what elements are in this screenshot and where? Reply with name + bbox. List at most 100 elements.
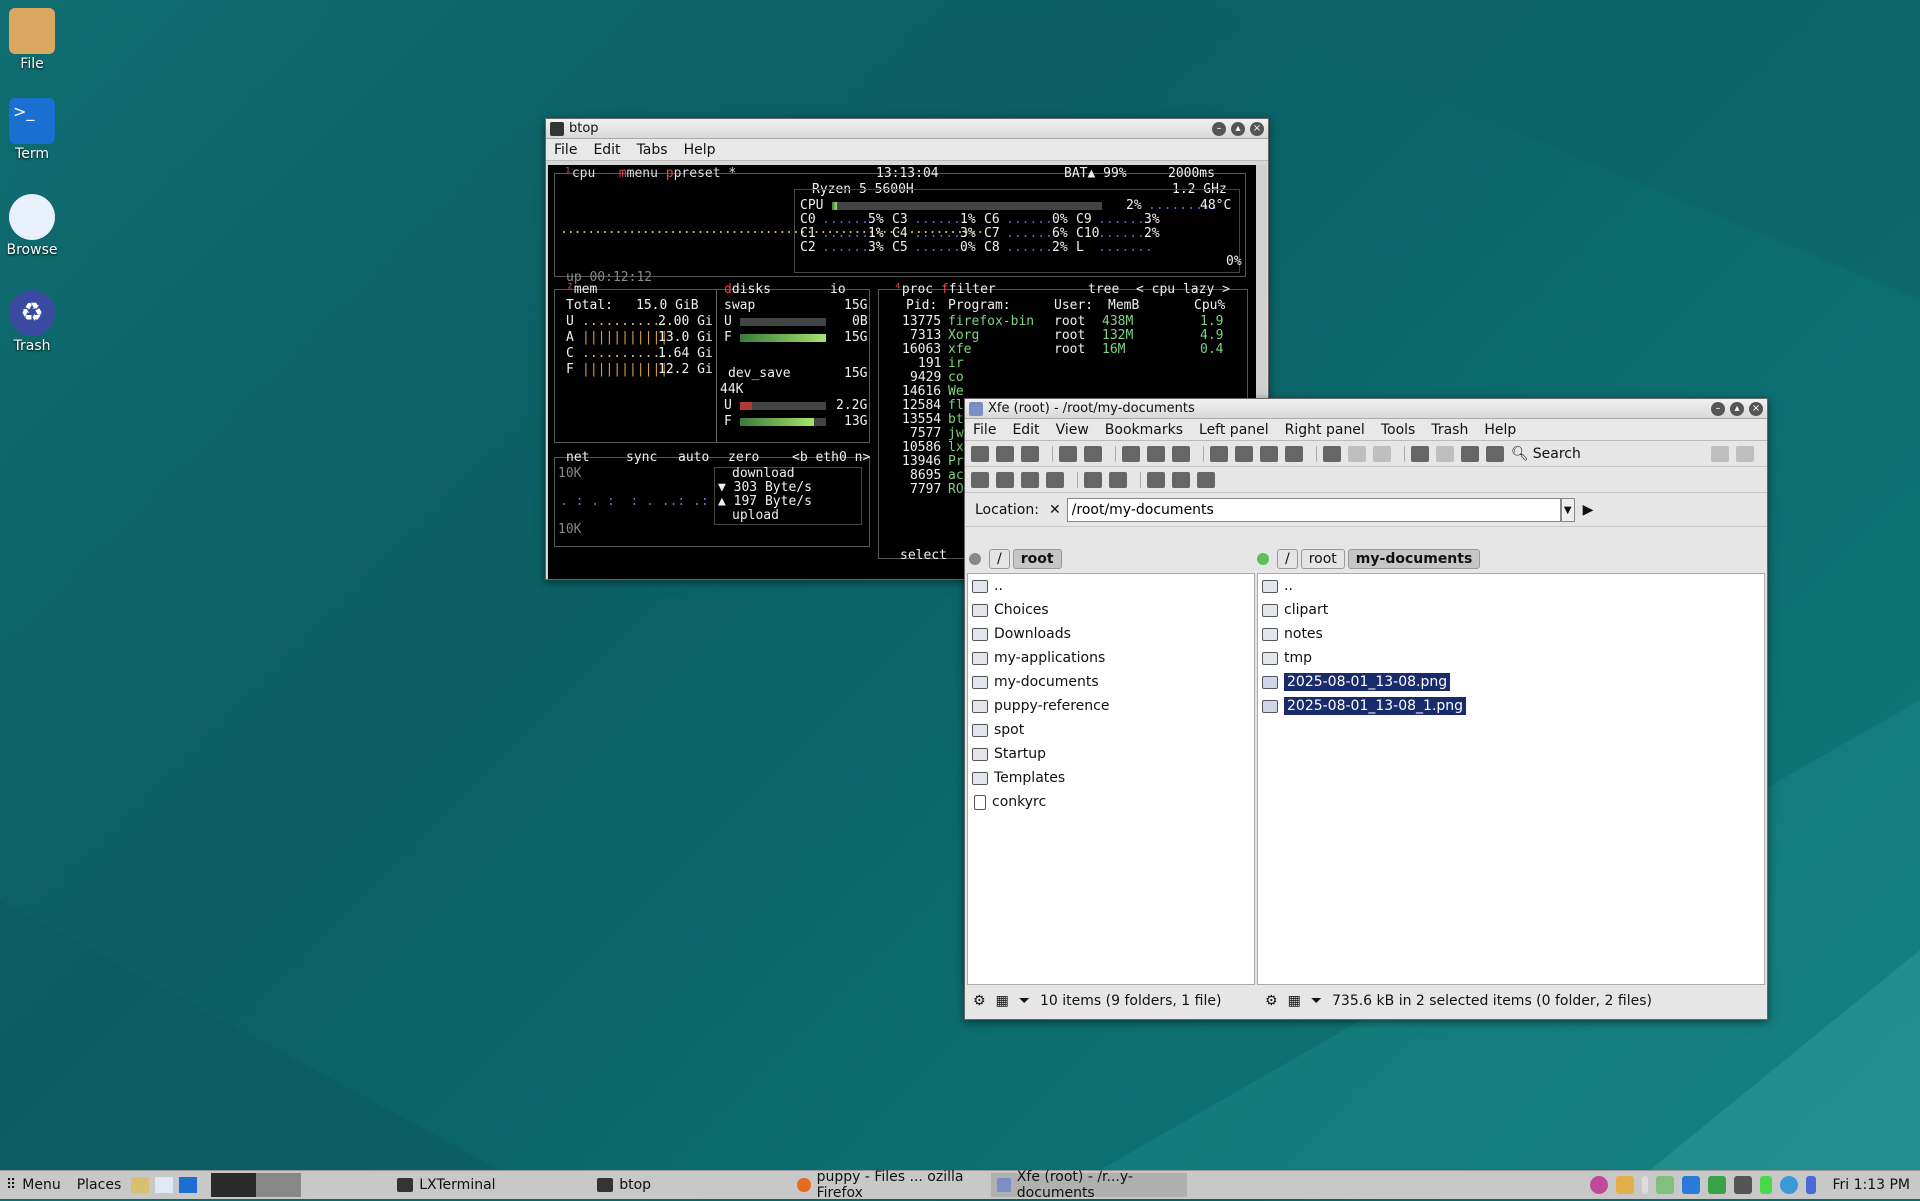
desktop-icon-browse[interactable]: Browse — [4, 194, 60, 258]
minimize-icon[interactable]: – — [1212, 121, 1226, 136]
desktop-icon-trash[interactable]: ♻ Trash — [4, 290, 60, 354]
new-window-icon[interactable] — [1411, 445, 1429, 462]
left-file-list[interactable]: .. Choices Downloads my-applications my-docu… — [967, 573, 1255, 985]
new-file-icon[interactable] — [1122, 445, 1140, 462]
terminal-launcher-icon[interactable] — [179, 1177, 198, 1193]
maximize-icon[interactable]: ▴ — [1730, 401, 1744, 416]
view-tree-icon[interactable] — [971, 471, 989, 488]
right-file-list[interactable]: .. clipart notes tmp 2025-08-01_13-08.png 202… — [1257, 573, 1765, 985]
proc-program[interactable]: Pr — [948, 455, 964, 469]
file-list-item[interactable]: my-documents — [968, 670, 1254, 694]
xfe-menu-help[interactable]: Help — [1476, 422, 1524, 438]
left-crumb-root-dir[interactable]: root — [1012, 549, 1062, 569]
battery-icon[interactable] — [1760, 1176, 1773, 1194]
right-crumb-root-dir[interactable]: root — [1300, 549, 1345, 569]
tree-tab[interactable]: tree — [1088, 283, 1119, 297]
close-icon[interactable]: × — [1749, 401, 1763, 416]
xfe-menu-bookmarks[interactable]: Bookmarks — [1097, 422, 1191, 438]
proc-pid[interactable]: 13946 — [902, 455, 941, 469]
task-btop[interactable]: btop — [591, 1173, 787, 1197]
cut-icon[interactable] — [1235, 445, 1253, 462]
menu-file[interactable]: File — [546, 142, 585, 158]
proc-program[interactable]: ir — [948, 357, 964, 371]
forward-icon[interactable] — [996, 445, 1014, 462]
location-input[interactable] — [1066, 497, 1561, 522]
proc-program[interactable]: Xorg — [948, 329, 979, 343]
btop-titlebar[interactable]: btop – ▴ × — [546, 119, 1268, 139]
file-list-item[interactable]: 2025-08-01_13-08.png — [1258, 670, 1764, 694]
proc-pid[interactable]: 191 — [918, 357, 941, 371]
file-list-item[interactable]: Choices — [968, 598, 1254, 622]
menu-edit[interactable]: Edit — [585, 142, 628, 158]
xfe-titlebar[interactable]: Xfe (root) - /root/my-documents – ▴ × — [965, 399, 1767, 419]
up-directory-icon[interactable] — [1021, 445, 1039, 462]
go-location-icon[interactable]: ▶ — [1583, 502, 1594, 518]
new-folder-icon[interactable] — [1147, 445, 1165, 462]
small-icons-icon[interactable] — [1172, 471, 1190, 488]
sync-panels-icon[interactable] — [1711, 445, 1729, 462]
proc-program[interactable]: firefox-bin — [948, 315, 1034, 329]
minimize-icon[interactable]: – — [1711, 401, 1725, 416]
proc-pid[interactable]: 8695 — [910, 469, 941, 483]
maximize-icon[interactable]: ▴ — [1231, 121, 1245, 136]
desktop-icon-term[interactable]: >_ Term — [4, 98, 60, 162]
properties-icon[interactable] — [1285, 445, 1303, 462]
tray-app-icon[interactable] — [1590, 1176, 1609, 1194]
proc-pid[interactable]: 7797 — [910, 483, 941, 497]
filter-tab[interactable]: filter — [949, 282, 996, 297]
file-list-item[interactable]: notes — [1258, 622, 1764, 646]
xfe-menu-trash[interactable]: Trash — [1423, 422, 1476, 438]
file-list-item[interactable]: puppy-reference — [968, 694, 1254, 718]
new-root-window-icon[interactable] — [1436, 445, 1454, 462]
file-list-item[interactable]: conkyrc — [968, 790, 1254, 814]
file-list-item[interactable]: Startup — [968, 742, 1254, 766]
preset-tab[interactable]: preset * — [674, 166, 737, 181]
file-manager-launcher-icon[interactable] — [131, 1177, 150, 1193]
menu-tab[interactable]: menu — [627, 166, 658, 181]
file-list-item[interactable]: .. — [1258, 574, 1764, 598]
delete-icon[interactable] — [1373, 445, 1391, 462]
switch-panels-icon[interactable] — [1736, 445, 1754, 462]
workspace-1[interactable] — [211, 1173, 257, 1197]
left-filter-icon[interactable]: ⏷ — [1019, 993, 1030, 1009]
power-icon[interactable] — [1806, 1176, 1817, 1194]
location-dropdown-icon[interactable]: ▼ — [1560, 497, 1575, 522]
horizontal-panels-icon[interactable] — [1109, 471, 1127, 488]
file-list-item[interactable]: my-applications — [968, 646, 1254, 670]
left-thumbnails-icon[interactable]: ▦ — [996, 993, 1009, 1009]
menu-tabs[interactable]: Tabs — [629, 142, 676, 158]
desktop-icon-file[interactable]: File — [4, 8, 60, 72]
workspace-2[interactable] — [256, 1173, 302, 1197]
file-list-item[interactable]: Downloads — [968, 622, 1254, 646]
disks-io[interactable]: io — [830, 283, 846, 297]
xfe-menu-file[interactable]: File — [965, 422, 1004, 438]
refresh-icon[interactable] — [1084, 445, 1102, 462]
start-menu-button[interactable]: ⠿ Menu — [0, 1173, 67, 1197]
right-crumb-my-documents[interactable]: my-documents — [1347, 549, 1481, 569]
file-list-item[interactable]: 2025-08-01_13-08_1.png — [1258, 694, 1764, 718]
task-firefox[interactable]: puppy - Files ... ozilla Firefox — [791, 1169, 987, 1201]
left-hidden-files-icon[interactable]: ⚙ — [973, 993, 986, 1009]
left-crumb-root[interactable]: / — [989, 549, 1010, 569]
xfe-menu-left-panel[interactable]: Left panel — [1191, 422, 1277, 438]
view-tree-panel-icon[interactable] — [1021, 471, 1039, 488]
close-icon[interactable]: × — [1250, 121, 1264, 136]
detailed-list-icon[interactable] — [1197, 471, 1215, 488]
volume-icon[interactable] — [1734, 1176, 1753, 1194]
task-lxterminal[interactable]: LXTerminal — [391, 1173, 587, 1197]
paste-icon[interactable] — [1260, 445, 1278, 462]
file-list-item[interactable]: spot — [968, 718, 1254, 742]
right-filter-icon[interactable]: ⏷ — [1311, 993, 1322, 1009]
restore-icon[interactable] — [1348, 445, 1366, 462]
home-icon[interactable] — [1059, 445, 1077, 462]
proc-program[interactable]: We — [948, 385, 964, 399]
right-thumbnails-icon[interactable]: ▦ — [1288, 993, 1301, 1009]
proc-pid[interactable]: 7313 — [910, 329, 941, 343]
net-tab[interactable]: auto — [678, 451, 709, 465]
update-interval[interactable]: 2000ms — [1168, 167, 1215, 181]
task-xfe[interactable]: Xfe (root) - /r...y-documents — [991, 1169, 1188, 1201]
shield-icon[interactable] — [1708, 1176, 1727, 1194]
proc-pid[interactable]: 9429 — [910, 371, 941, 385]
tray-p-icon[interactable] — [1616, 1176, 1635, 1194]
xfe-menu-tools[interactable]: Tools — [1373, 422, 1424, 438]
